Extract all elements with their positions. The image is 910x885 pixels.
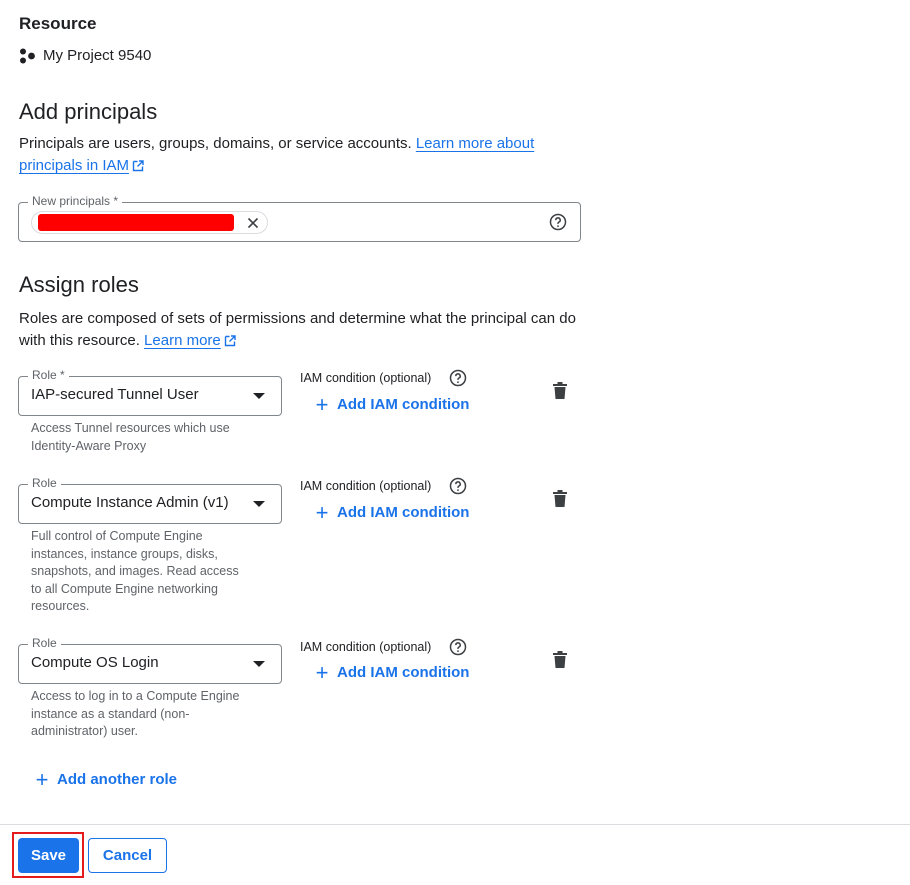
grant-access-panel: Resource My Project 9540 Add principals … (0, 0, 910, 885)
add-iam-condition-label: Add IAM condition (337, 664, 470, 681)
external-link-icon (132, 160, 144, 172)
help-icon[interactable] (449, 369, 467, 387)
chevron-down-icon (253, 501, 265, 507)
project-name: My Project 9540 (43, 47, 152, 64)
add-iam-condition-label: Add IAM condition (337, 504, 470, 521)
role-hint-1: Access Tunnel resources which use Identi… (31, 420, 261, 455)
role-hint-line: Access to log in to a Compute Engine (31, 689, 240, 703)
role-hint-line: Full control of Compute Engine (31, 529, 203, 543)
close-icon[interactable] (245, 215, 261, 231)
delete-role-icon[interactable] (553, 651, 567, 668)
role-hint-line: Access Tunnel resources which use (31, 421, 230, 435)
help-icon[interactable] (449, 477, 467, 495)
plus-icon: + (315, 391, 329, 417)
plus-icon: + (35, 766, 49, 792)
assign-roles-title: Assign roles (19, 272, 139, 297)
iam-condition-label-1: IAM condition (optional) (300, 371, 432, 385)
add-principals-description-text: Principals are users, groups, domains, o… (19, 135, 416, 152)
save-button[interactable]: Save (18, 838, 79, 873)
principal-chip[interactable] (31, 211, 268, 234)
role-hint-line: instance as a standard (non- (31, 706, 190, 721)
help-icon[interactable] (449, 638, 467, 656)
footer-divider (0, 824, 910, 825)
plus-icon: + (315, 659, 329, 685)
new-principals-label: New principals * (28, 194, 123, 208)
delete-role-icon[interactable] (553, 382, 567, 399)
assign-roles-description-text: Roles are composed of sets of permission… (19, 310, 576, 349)
role-value-3: Compute OS Login (31, 654, 159, 671)
assign-roles-description: Roles are composed of sets of permission… (19, 308, 579, 352)
external-link-icon (224, 335, 236, 347)
role-value-2: Compute Instance Admin (v1) (31, 494, 229, 511)
add-principals-title: Add principals (19, 99, 158, 124)
chevron-down-icon (253, 393, 265, 399)
resource-heading: Resource (19, 14, 97, 33)
add-another-role-label: Add another role (57, 771, 178, 788)
help-icon[interactable] (549, 213, 567, 231)
add-another-role-button[interactable]: + Add another role (35, 766, 178, 792)
role-hint-line: snapshots, and images. Read access (31, 564, 239, 578)
role-hint-line: resources. (31, 599, 90, 613)
add-iam-condition-button-1[interactable]: + Add IAM condition (315, 391, 470, 417)
plus-icon: + (315, 499, 329, 525)
cancel-button[interactable]: Cancel (88, 838, 167, 873)
redacted-principal (38, 214, 234, 231)
project-row: My Project 9540 (19, 47, 151, 64)
iam-condition-label-2: IAM condition (optional) (300, 479, 432, 493)
role-select-1[interactable]: Role * IAP-secured Tunnel User (18, 368, 282, 416)
learn-more-roles-link[interactable]: Learn more (144, 332, 236, 349)
role-label-3: Role (28, 636, 61, 650)
role-value-1: IAP-secured Tunnel User (31, 386, 199, 403)
add-principals-description: Principals are users, groups, domains, o… (19, 133, 579, 177)
role-hint-line: Identity-Aware Proxy (31, 438, 147, 453)
project-dots-icon (20, 48, 35, 63)
delete-role-icon[interactable] (553, 490, 567, 507)
role-label-2: Role (28, 476, 61, 490)
role-hint-line: administrator) user. (31, 724, 138, 738)
role-hint-2: Full control of Compute Engine instances… (31, 528, 261, 616)
role-label-1: Role * (28, 368, 69, 382)
role-select-3[interactable]: Role Compute OS Login (18, 636, 282, 684)
role-hint-line: to all Compute Engine networking (31, 581, 218, 596)
role-hint-line: instances, instance groups, disks, (31, 546, 218, 561)
add-iam-condition-button-3[interactable]: + Add IAM condition (315, 659, 470, 685)
learn-more-roles-text: Learn more (144, 332, 221, 349)
role-hint-3: Access to log in to a Compute Engine ins… (31, 688, 261, 741)
add-iam-condition-label: Add IAM condition (337, 396, 470, 413)
iam-condition-label-3: IAM condition (optional) (300, 640, 432, 654)
new-principals-field[interactable]: New principals * (18, 194, 581, 242)
chevron-down-icon (253, 661, 265, 667)
add-iam-condition-button-2[interactable]: + Add IAM condition (315, 499, 470, 525)
role-select-2[interactable]: Role Compute Instance Admin (v1) (18, 476, 282, 524)
